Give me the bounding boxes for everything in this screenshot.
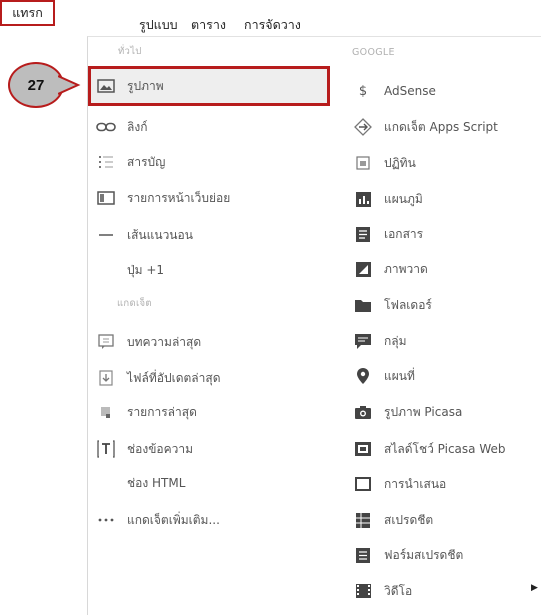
menu-item-map[interactable]: แผนที่	[352, 363, 537, 389]
camera-icon	[352, 401, 374, 423]
more-icon	[95, 509, 117, 531]
menu-item-label: ฟอร์มสเปรดชีต	[384, 547, 464, 562]
menu-item-label: การนำเสนอ	[384, 476, 447, 491]
menu-insert-label: แทรก	[12, 5, 43, 20]
menu-item-group[interactable]: กลุ่ม	[352, 328, 537, 354]
menu-item-spreadsheet[interactable]: สเปรดชีต	[352, 507, 537, 533]
menu-item-toc[interactable]: สารบัญ	[95, 149, 325, 175]
menu-item-label: ลิงก์	[127, 119, 148, 134]
menu-item-chart[interactable]: แผนภูมิ	[352, 186, 537, 212]
dollar-icon: $	[358, 83, 368, 99]
menu-item-label: สไลด์โชว์ Picasa Web	[384, 441, 506, 456]
menu-bar: แทรก รูปแบบ ตาราง การจัดวาง	[0, 0, 541, 36]
menu-item-label: กลุ่ม	[384, 333, 407, 348]
folder-icon	[352, 294, 374, 316]
menu-item-label: AdSense	[384, 84, 436, 98]
menu-item-label: ไฟล์ที่อัปเดตล่าสุด	[127, 370, 221, 385]
section-google-label: GOOGLE	[352, 47, 395, 58]
menu-item-label: แผนภูมิ	[384, 191, 423, 206]
menu-item-label: ช่องข้อความ	[127, 441, 194, 456]
menu-item-recent-list[interactable]: รายการล่าสุด	[95, 399, 325, 425]
apps-script-icon	[352, 116, 374, 138]
menu-item-label: ปุ่ม +1	[127, 262, 165, 277]
menu-item-drawing[interactable]: ภาพวาด	[352, 256, 537, 282]
menu-item-label: บทความล่าสุด	[127, 334, 202, 349]
menu-item-folder[interactable]: โฟลเดอร์	[352, 292, 537, 318]
step-number: 27	[27, 76, 45, 94]
menu-item-presentation[interactable]: การนำเสนอ	[352, 471, 537, 497]
menu-item-label: วิดีโอ	[384, 583, 413, 598]
menu-insert[interactable]: แทรก	[0, 0, 55, 26]
slideshow-icon	[352, 438, 374, 460]
menu-item-video[interactable]: วิดีโอ	[352, 578, 537, 604]
spreadsheet-icon	[352, 509, 374, 531]
submenu-arrow-icon: ▶	[531, 583, 538, 593]
menu-item-image[interactable]: รูปภาพ	[95, 73, 325, 99]
menu-item-apps-script[interactable]: แกดเจ็ต Apps Script	[352, 114, 537, 140]
menu-item-label: เอกสาร	[384, 226, 424, 241]
map-pin-icon	[352, 365, 374, 387]
link-icon	[95, 116, 117, 138]
menu-item-link[interactable]: ลิงก์	[95, 114, 325, 140]
menu-item-html-box[interactable]: ช่อง HTML	[95, 470, 325, 496]
image-icon	[95, 75, 117, 97]
menu-item-label: แกดเจ็ต Apps Script	[384, 119, 498, 134]
section-gadgets-label: แกดเจ็ต	[117, 298, 152, 309]
menu-item-adsense[interactable]: $ AdSense	[352, 78, 537, 104]
recent-files-icon	[95, 367, 117, 389]
menu-item-label: ปฏิทิน	[384, 155, 416, 170]
drawing-icon	[352, 258, 374, 280]
group-icon	[352, 330, 374, 352]
menu-item-label: รายการหน้าเว็บย่อย	[127, 190, 231, 205]
menu-item-more-gadgets[interactable]: แกดเจ็ตเพิ่มเติม...	[95, 507, 325, 533]
menu-item-picasa-slideshow[interactable]: สไลด์โชว์ Picasa Web	[352, 436, 537, 462]
menu-item-label: สเปรดชีต	[384, 512, 434, 527]
recent-posts-icon	[95, 331, 117, 353]
calendar-icon	[352, 152, 374, 174]
menu-item-recent-files[interactable]: ไฟล์ที่อัปเดตล่าสุด	[95, 365, 325, 391]
section-general-label: ทั่วไป	[118, 46, 142, 57]
menu-item-text-box[interactable]: ช่องข้อความ	[95, 436, 325, 462]
chart-icon	[352, 188, 374, 210]
menu-item-label: เส้นแนวนอน	[127, 227, 193, 242]
menu-item-spreadsheet-form[interactable]: ฟอร์มสเปรดชีต	[352, 542, 537, 568]
menu-item-recent-posts[interactable]: บทความล่าสุด	[95, 329, 325, 355]
form-icon	[352, 544, 374, 566]
menu-item-calendar[interactable]: ปฏิทิน	[352, 150, 537, 176]
menu-item-plus-one-button[interactable]: ปุ่ม +1	[95, 257, 325, 283]
menu-table[interactable]: ตาราง	[191, 15, 226, 35]
text-box-icon	[95, 438, 117, 460]
toc-icon	[95, 151, 117, 173]
document-icon	[352, 223, 374, 245]
menu-layout[interactable]: การจัดวาง	[244, 15, 301, 35]
menu-item-label: แกดเจ็ตเพิ่มเติม...	[127, 512, 220, 527]
menu-item-document[interactable]: เอกสาร	[352, 221, 537, 247]
menu-item-subpage-list[interactable]: รายการหน้าเว็บย่อย	[95, 185, 325, 211]
menu-item-label: แผนที่	[384, 368, 415, 383]
menu-format[interactable]: รูปแบบ	[139, 15, 178, 35]
menu-item-label: รูปภาพ	[127, 78, 164, 93]
subpage-list-icon	[95, 187, 117, 209]
menu-item-label: รูปภาพ Picasa	[384, 404, 463, 419]
recent-list-icon	[95, 401, 117, 423]
menu-item-label: ช่อง HTML	[127, 475, 186, 490]
callout-arrow-icon	[58, 75, 81, 95]
menu-item-label: รายการล่าสุด	[127, 404, 197, 419]
menu-item-horizontal-line[interactable]: เส้นแนวนอน	[95, 222, 325, 248]
presentation-icon	[352, 473, 374, 495]
menu-item-label: สารบัญ	[127, 154, 166, 169]
step-callout: 27	[8, 62, 64, 108]
horizontal-line-icon	[95, 224, 117, 246]
video-icon	[352, 580, 374, 602]
menu-item-picasa-image[interactable]: รูปภาพ Picasa	[352, 399, 537, 425]
menu-item-label: ภาพวาด	[384, 261, 428, 276]
menu-item-label: โฟลเดอร์	[384, 297, 432, 312]
